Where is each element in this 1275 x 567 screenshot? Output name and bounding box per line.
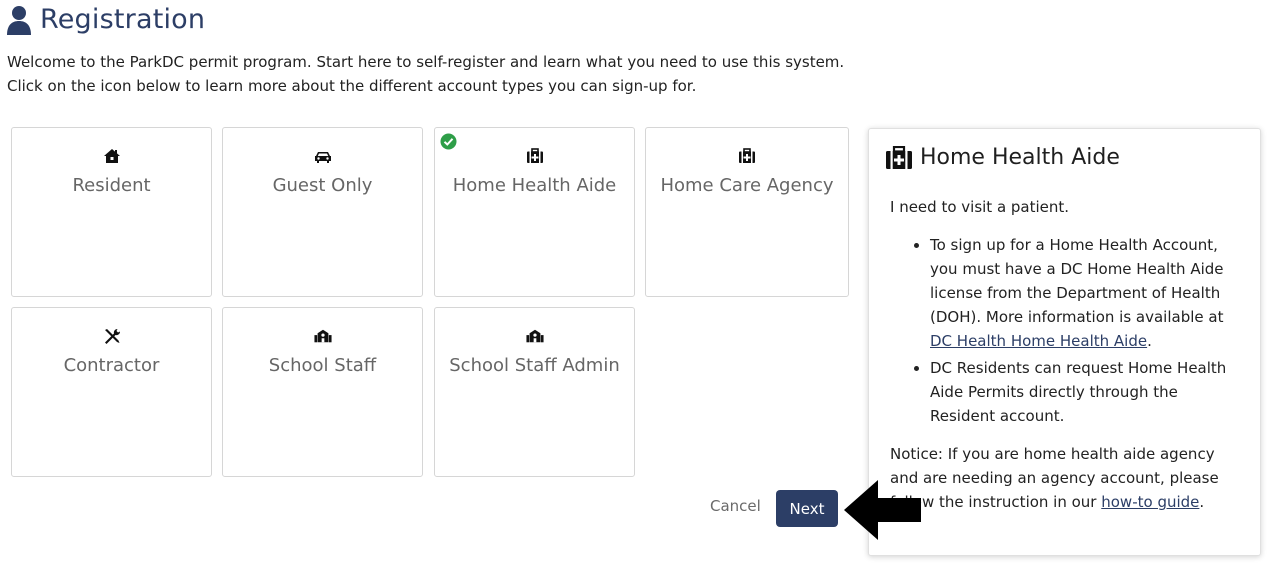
page-title: Registration [40,4,206,35]
account-card-label: School Staff Admin [449,355,620,376]
panel-bullet-list: To sign up for a Home Health Account, yo… [890,233,1242,428]
account-card-school-staff[interactable]: School Staff [222,307,423,477]
panel-notice: Notice: If you are home health aide agen… [890,442,1242,514]
medical-kit-icon [739,148,755,163]
panel-notice-end: . [1199,493,1205,511]
panel-bullet: To sign up for a Home Health Account, yo… [930,233,1242,353]
account-card-contractor[interactable]: Contractor [11,307,212,477]
car-icon [314,152,331,163]
check-circle-icon [440,133,457,150]
cancel-button[interactable]: Cancel [710,497,761,515]
account-card-label: Home Health Aide [452,175,617,196]
account-card-label: Contractor [63,355,160,376]
intro-line-2: Click on the icon below to learn more ab… [7,77,697,95]
next-button[interactable]: Next [776,490,838,527]
panel-bullet-end: . [1147,332,1152,350]
school-icon [525,329,544,343]
medical-kit-icon [886,145,912,169]
panel-bullet-text: To sign up for a Home Health Account, yo… [930,236,1224,326]
user-icon [7,5,31,35]
account-card-resident[interactable]: Resident [11,127,212,297]
intro-line-1: Welcome to the ParkDC permit program. St… [7,53,845,71]
panel-heading: Home Health Aide [885,145,1120,170]
panel-body: I need to visit a patient. To sign up fo… [890,195,1242,514]
account-card-label: Resident [72,175,151,196]
panel-intro: I need to visit a patient. [890,198,1070,216]
school-icon [313,329,332,343]
how-to-guide-link[interactable]: how-to guide [1101,493,1199,511]
tools-icon [104,328,120,344]
account-card-school-staff-admin[interactable]: School Staff Admin [434,307,635,477]
account-card-guest-only[interactable]: Guest Only [222,127,423,297]
intro-text: Welcome to the ParkDC permit program. St… [7,50,844,98]
panel-bullet: DC Residents can request Home Health Aid… [930,356,1242,428]
dc-health-link[interactable]: DC Health Home Health Aide [930,332,1147,350]
account-info-panel: Home Health Aide I need to visit a patie… [868,128,1261,556]
account-card-home-health-aide[interactable]: Home Health Aide [434,127,635,297]
home-icon [103,149,120,163]
page-header: Registration [6,4,205,35]
account-card-home-care-agency[interactable]: Home Care Agency [645,127,849,297]
panel-title: Home Health Aide [920,145,1120,170]
account-card-label: Guest Only [272,175,373,196]
medical-kit-icon [526,148,543,163]
account-card-label: Home Care Agency [660,175,834,196]
account-card-label: School Staff [268,355,377,376]
arrow-left-icon [844,480,921,540]
